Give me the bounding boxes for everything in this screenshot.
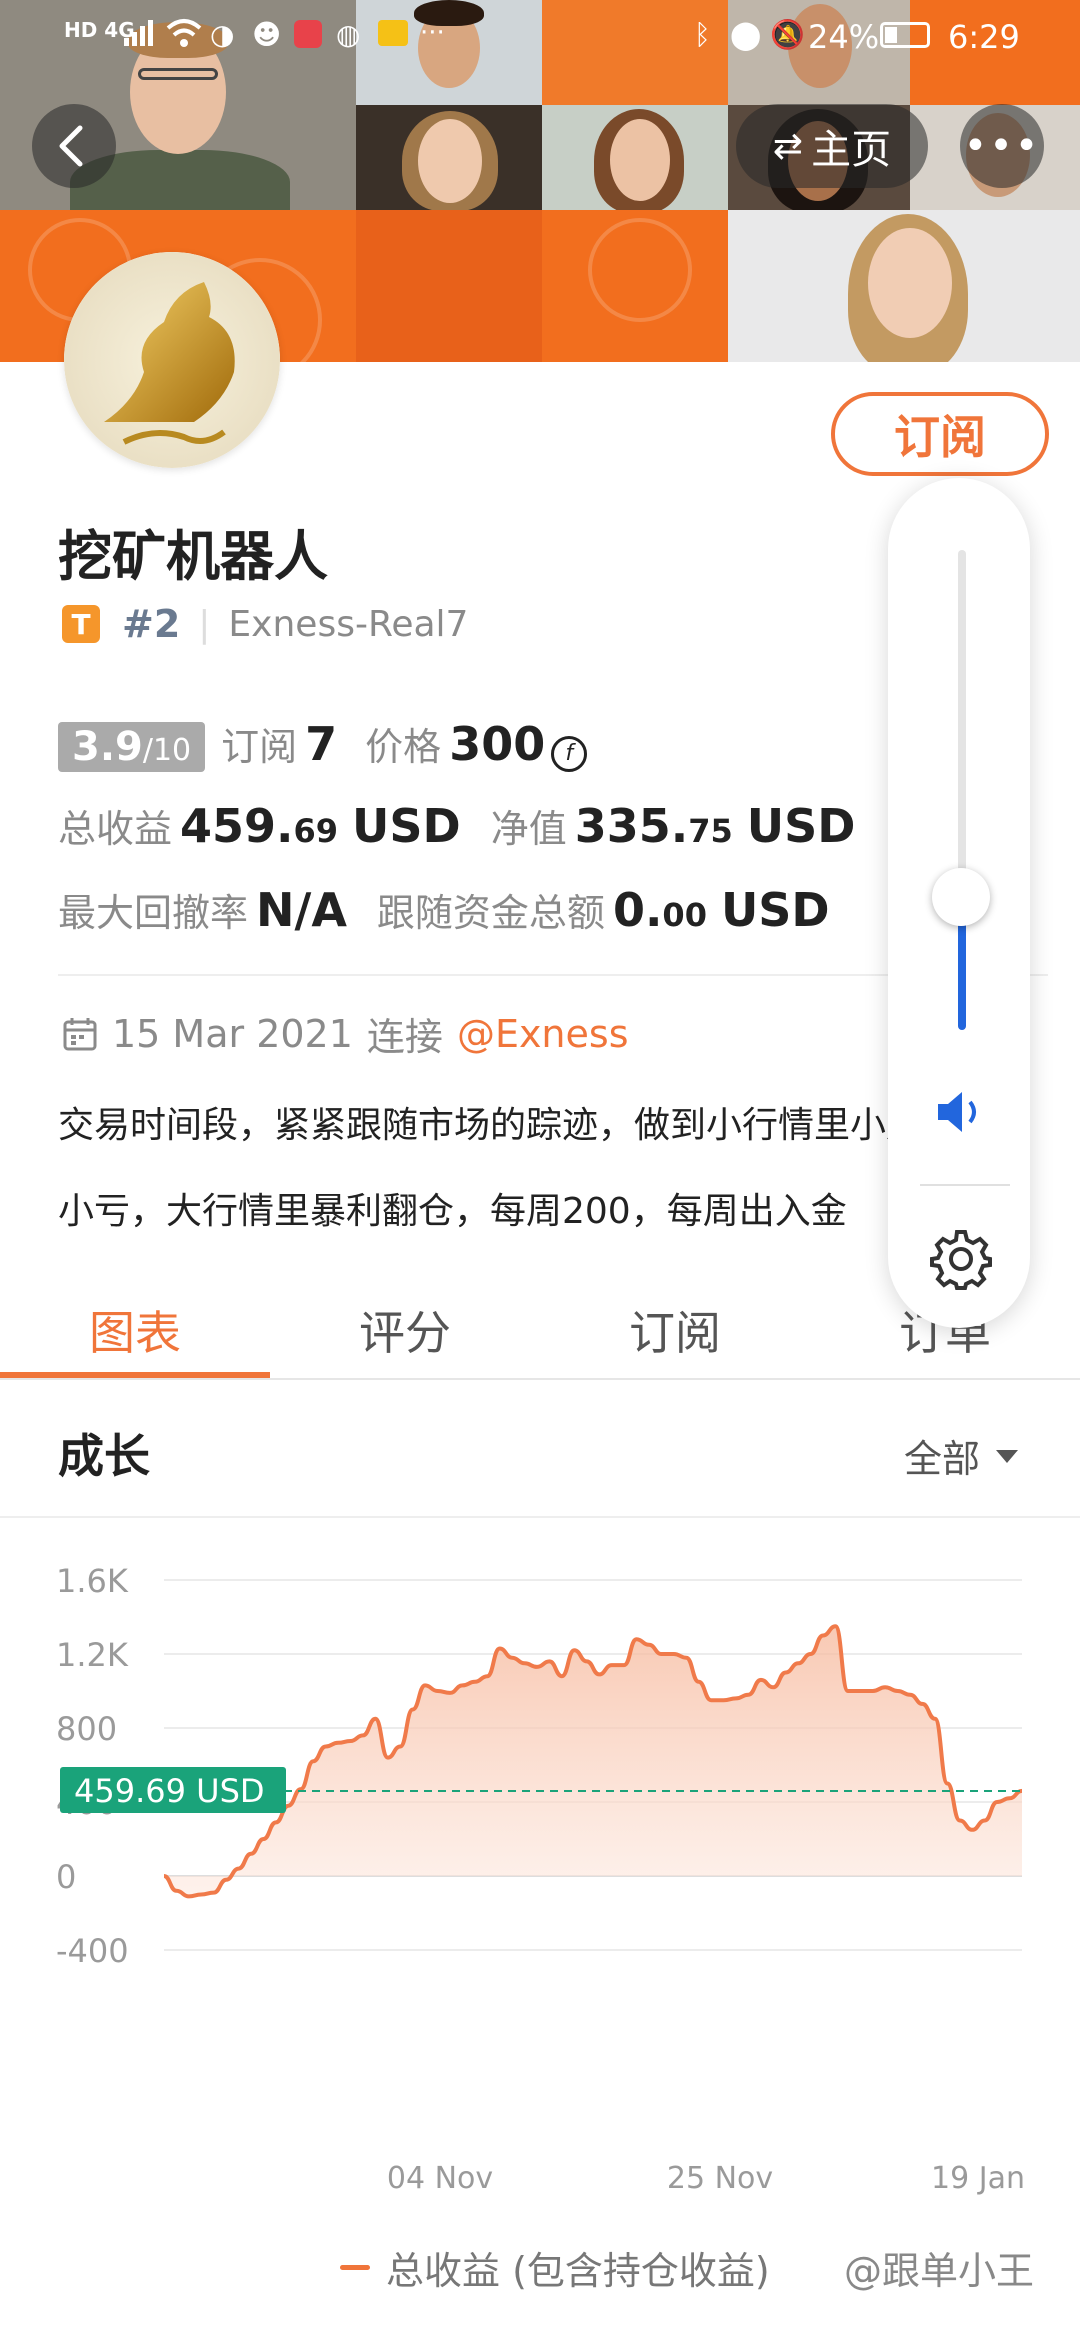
qq-icon: ☻ [252, 18, 282, 51]
divider [0, 1378, 1080, 1380]
member-photo [542, 105, 728, 210]
more-notifications-icon: ··· [420, 18, 445, 48]
wechat-icon: ◍ [336, 18, 361, 51]
more-button[interactable]: ••• [960, 104, 1044, 188]
trader-badge: T [62, 605, 100, 643]
avatar[interactable] [64, 252, 280, 468]
rank: #2 [122, 602, 181, 646]
y-tick-label: 1.2K [56, 1636, 129, 1674]
rank-row: T #2 | Exness-Real7 [62, 600, 468, 648]
y-tick-label: 800 [56, 1710, 117, 1748]
divider: | [198, 603, 211, 645]
description-line: 交易时间段，紧紧跟随市场的踪迹，做到小行情里小赚 [58, 1105, 923, 1146]
section-title: 成长 [58, 1429, 150, 1483]
equity-unit: USD [746, 799, 856, 853]
bluetooth-icon: ᛒ [694, 18, 711, 51]
mail-icon [378, 20, 408, 46]
chart-legend: 总收益 (包含持仓收益) [340, 2240, 770, 2295]
follow-funds-value: 0.00 [612, 883, 707, 937]
score-badge: 3.9/10 [58, 722, 206, 772]
switch-icon: ⇄ [772, 125, 804, 167]
tab-chart[interactable]: 图表 [0, 1282, 270, 1378]
browser-icon: ◑ [210, 18, 235, 51]
divider [920, 1184, 1010, 1186]
tab-rating[interactable]: 评分 [270, 1282, 540, 1378]
total-profit-label: 总收益 [58, 807, 173, 851]
clock: 6:29 [948, 18, 1020, 56]
y-tick-label: 1.6K [56, 1562, 129, 1600]
golden-horse-icon [64, 252, 280, 468]
y-tick-label: 0 [56, 1858, 76, 1896]
location-icon: ⬤ [730, 18, 762, 51]
stats-row-2: 总收益 459.69 USD 净值 335.75 USD [58, 798, 855, 853]
battery-icon [880, 22, 930, 48]
total-profit-value: 459.69 [180, 799, 339, 853]
start-date: 15 Mar 2021 [112, 1011, 353, 1056]
follow-funds-unit: USD [720, 883, 830, 937]
settings-gear-icon[interactable] [930, 1228, 992, 1290]
x-tick-label: 19 Jan [931, 2161, 1025, 2196]
x-tick-label: 25 Nov [667, 2161, 773, 2196]
x-tick-label: 04 Nov [387, 2161, 493, 2196]
battery-percent: 24% [808, 18, 880, 56]
stats-row-3: 最大回撤率 N/A 跟随资金总额 0.00 USD [58, 882, 830, 937]
back-arrow-icon [59, 125, 83, 167]
total-profit-unit: USD [352, 799, 461, 853]
more-icon: ••• [963, 123, 1041, 169]
home-label: 主页 [811, 127, 892, 173]
growth-chart: 1.6K1.2K8004000-400 04 Nov25 Nov19 Jan 4… [56, 1562, 1025, 2196]
price-label: 价格 [365, 725, 442, 769]
legend-swatch [340, 2265, 370, 2270]
watermark: @跟单小王 [844, 2249, 1035, 2293]
subscribe-button[interactable]: 订阅 [831, 392, 1049, 476]
drawdown-value: N/A [256, 883, 347, 937]
home-button[interactable]: ⇄ 主页 [736, 104, 928, 188]
range-value: 全部 [904, 1437, 981, 1481]
member-photo [356, 105, 542, 210]
drawdown-label: 最大回撤率 [58, 891, 249, 935]
coin-icon: f [551, 735, 588, 772]
page-title: 挖矿机器人 [58, 525, 328, 588]
speaker-icon[interactable] [934, 1088, 990, 1136]
back-button[interactable] [32, 104, 116, 188]
signal-icon [124, 20, 153, 46]
reader-app-icon [294, 20, 322, 48]
wifi-icon [166, 19, 202, 47]
date-row: 15 Mar 2021 连接 @Exness [62, 1006, 629, 1061]
status-bar: HD 4G ◑ ☻ ◍ ··· ᛒ ⬤ 🔕 24% 6:29 [0, 0, 1080, 72]
connect-label: 连接 [366, 1015, 443, 1059]
account-name: Exness-Real7 [228, 603, 469, 645]
caret-down-icon [996, 1449, 1019, 1463]
divider [0, 1516, 1080, 1518]
volume-slider-handle[interactable] [932, 868, 990, 926]
calendar-icon [63, 1017, 97, 1050]
volume-slider-fill [958, 910, 966, 1030]
member-photo [728, 210, 1080, 362]
description-line: 小亏，大行情里暴利翻仓，每周200，每周出入金 [58, 1191, 847, 1232]
y-tick-label: -400 [56, 1932, 129, 1970]
range-dropdown[interactable]: 全部 [904, 1428, 1020, 1483]
equity-value: 335.75 [574, 799, 733, 853]
equity-label: 净值 [490, 807, 567, 851]
follow-funds-label: 跟随资金总额 [376, 891, 605, 935]
current-value-label: 459.69 USD [74, 1772, 265, 1810]
subscribers-count: 7 [305, 717, 338, 771]
tab-subscriptions[interactable]: 订阅 [540, 1282, 810, 1378]
stats-row-1: 3.9/10 订阅 7 价格 300 f [58, 716, 588, 772]
subscribers-label: 订阅 [221, 725, 298, 769]
broker-link[interactable]: @Exness [457, 1012, 629, 1056]
price-value: 300 [449, 717, 546, 771]
mute-icon: 🔕 [770, 18, 805, 51]
legend-label: 总收益 (包含持仓收益) [386, 2249, 770, 2293]
